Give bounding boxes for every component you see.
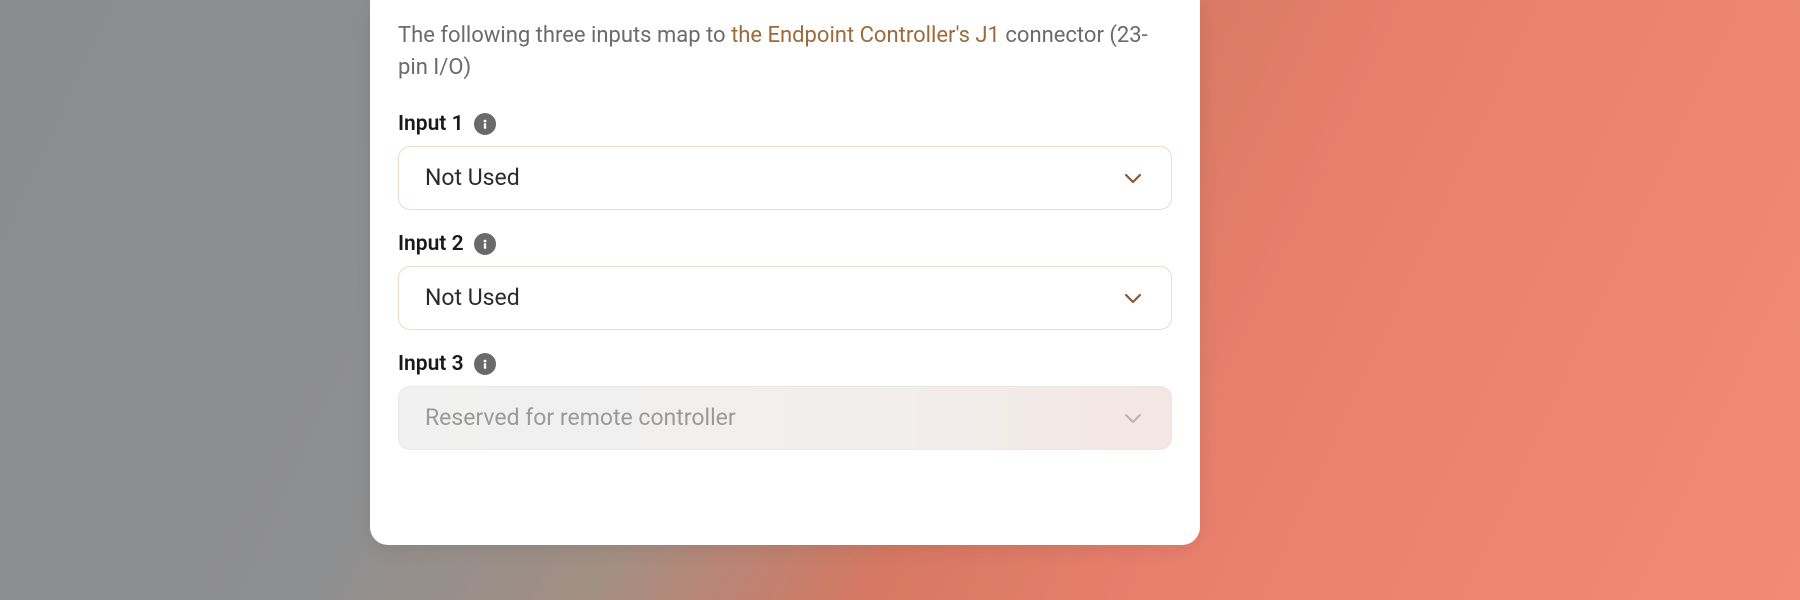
info-icon[interactable]	[474, 233, 496, 255]
info-icon[interactable]	[474, 353, 496, 375]
input-1-value: Not Used	[425, 164, 520, 191]
field-input-2: Input 2 Not Used	[398, 232, 1172, 330]
input-3-label: Input 3	[398, 352, 464, 376]
settings-panel: The following three inputs map to the En…	[370, 0, 1200, 545]
field-label-row: Input 1	[398, 112, 1172, 136]
description-text-prefix: The following three inputs map to	[398, 23, 731, 48]
field-input-3: Input 3 Reserved for remote controller	[398, 352, 1172, 450]
chevron-down-icon	[1121, 286, 1145, 310]
chevron-down-icon	[1121, 166, 1145, 190]
field-input-1: Input 1 Not Used	[398, 112, 1172, 210]
field-label-row: Input 3	[398, 352, 1172, 376]
input-1-select[interactable]: Not Used	[398, 146, 1172, 210]
section-description: The following three inputs map to the En…	[398, 20, 1172, 84]
input-3-value: Reserved for remote controller	[425, 404, 736, 431]
input-2-label: Input 2	[398, 232, 464, 256]
input-3-select: Reserved for remote controller	[398, 386, 1172, 450]
chevron-down-icon	[1121, 406, 1145, 430]
field-label-row: Input 2	[398, 232, 1172, 256]
description-text-emphasis: the Endpoint Controller's J1	[731, 23, 1000, 48]
input-2-value: Not Used	[425, 284, 520, 311]
input-2-select[interactable]: Not Used	[398, 266, 1172, 330]
info-icon[interactable]	[474, 113, 496, 135]
input-1-label: Input 1	[398, 112, 464, 136]
